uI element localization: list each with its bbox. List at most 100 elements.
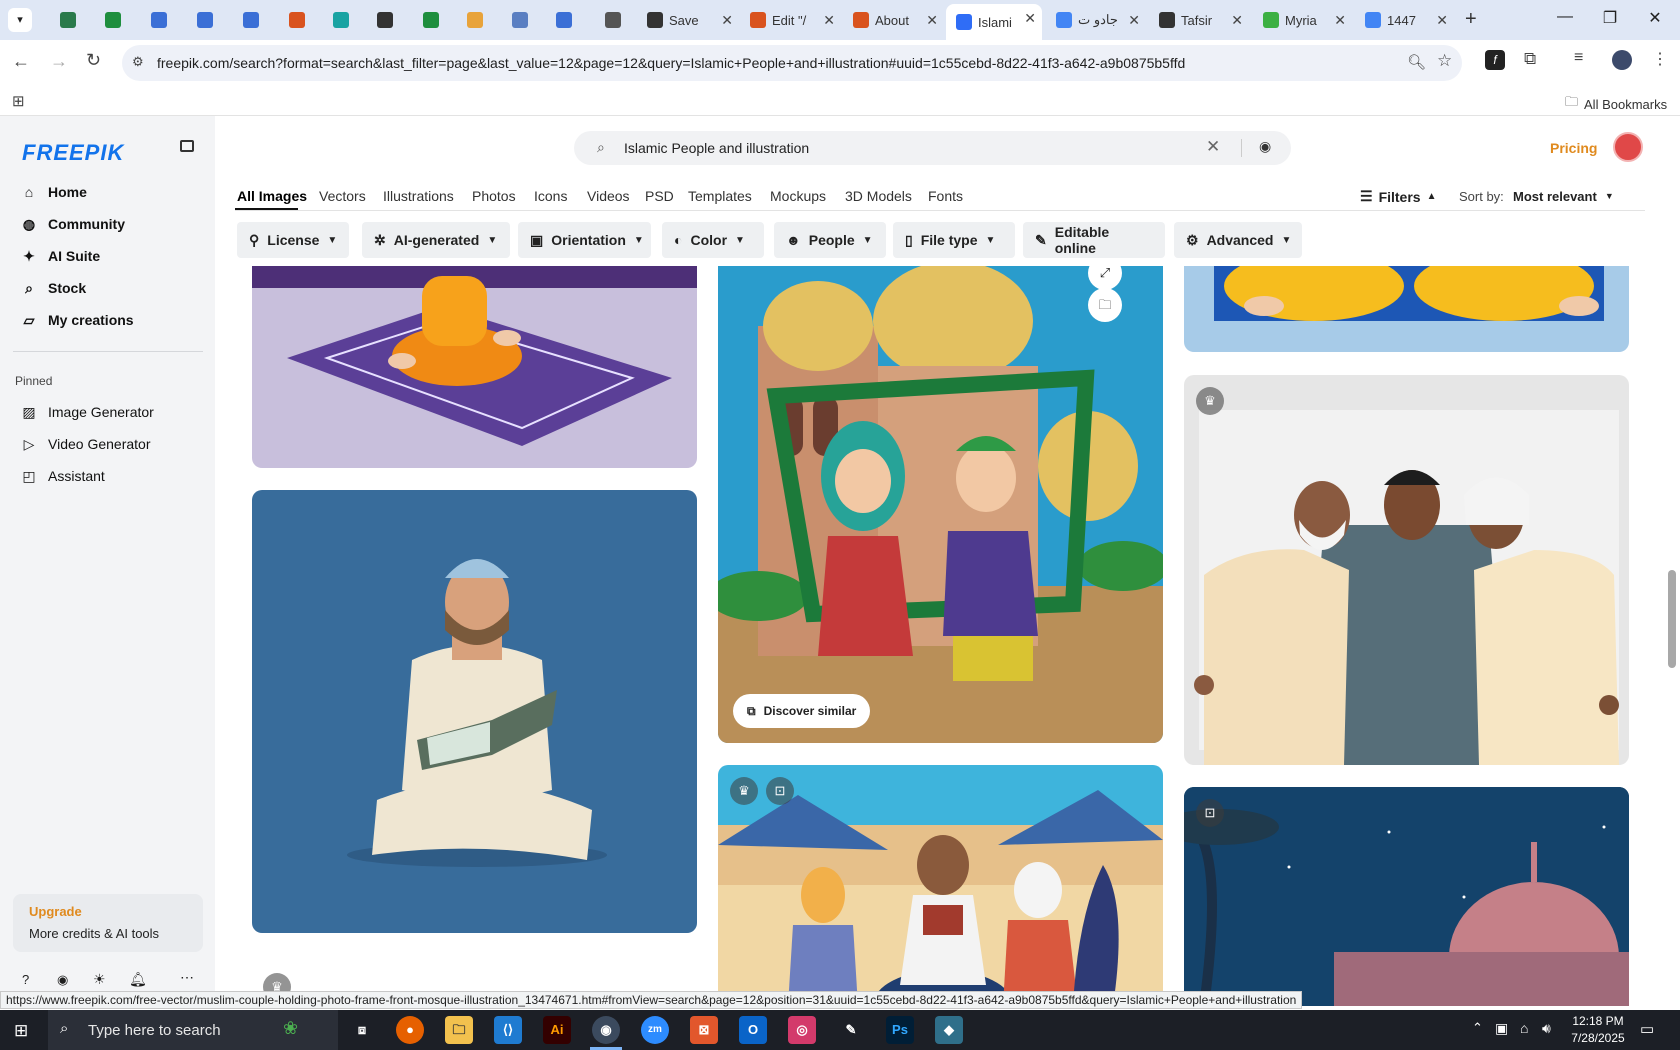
save-to-collection-icon[interactable]: 🗀 xyxy=(1088,288,1122,322)
browser-tab[interactable]: Save ✕ xyxy=(637,6,739,34)
taskbar-search-box[interactable]: ⌕ Type here to search ❀ xyxy=(48,1010,338,1050)
outlook-icon[interactable]: O xyxy=(739,1016,767,1044)
minimize-button[interactable]: — xyxy=(1545,8,1585,32)
browser-tab[interactable]: About ✕ xyxy=(843,6,944,34)
tab-close-icon[interactable]: ✕ xyxy=(1436,12,1448,29)
discover-similar-button[interactable]: ⧉ Discover similar xyxy=(733,694,871,728)
browser-tab[interactable] xyxy=(139,6,179,34)
tray-app-icon[interactable]: ▣ xyxy=(1495,1020,1508,1037)
forward-icon[interactable]: → xyxy=(50,51,68,72)
zoom-icon[interactable]: 🔍︎ xyxy=(1407,53,1426,71)
illustrator-icon[interactable]: Ai xyxy=(543,1016,571,1044)
taskbar-time[interactable]: 12:18 PM xyxy=(1568,1014,1628,1028)
tab-all-images[interactable]: All Images xyxy=(237,188,307,204)
filters-button[interactable]: ☰ Filters ▲ xyxy=(1360,188,1436,205)
tab-vectors[interactable]: Vectors xyxy=(319,188,366,204)
tab-psd[interactable]: PSD xyxy=(645,188,674,204)
chrome-icon[interactable]: ◉ xyxy=(592,1016,620,1044)
maximize-button[interactable]: ❐ xyxy=(1590,8,1630,32)
tab-fonts[interactable]: Fonts xyxy=(928,188,963,204)
notification-center-icon[interactable]: ▭ xyxy=(1640,1020,1654,1038)
browser-tab[interactable] xyxy=(277,6,317,34)
browser-tab[interactable] xyxy=(93,6,133,34)
window-close-button[interactable]: ✕ xyxy=(1635,8,1675,32)
browser-tab[interactable] xyxy=(365,6,405,34)
image-card-three-people[interactable]: ♛ xyxy=(1184,375,1629,765)
tab-videos[interactable]: Videos xyxy=(587,188,630,204)
browser-tab[interactable] xyxy=(411,6,451,34)
browser-tab[interactable]: Tafsir ✕ xyxy=(1149,6,1249,34)
tab-close-icon[interactable]: ✕ xyxy=(1334,12,1346,29)
tab-close-icon[interactable]: ✕ xyxy=(1231,12,1243,29)
new-tab-button[interactable]: + xyxy=(1465,8,1477,31)
image-card-prayer-rug[interactable] xyxy=(252,266,697,468)
address-bar[interactable]: ⚙ freepik.com/search?format=search&last_… xyxy=(122,45,1462,81)
filter-chip-file-type[interactable]: ▯ File type ▼ xyxy=(893,222,1015,258)
filter-chip-people[interactable]: ☻ People ▼ xyxy=(774,222,886,258)
sidebar-item-video-generator[interactable]: ▷ Video Generator xyxy=(20,432,151,456)
tab-3d-models[interactable]: 3D Models xyxy=(845,188,912,204)
all-bookmarks-button[interactable]: 🗀 All Bookmarks xyxy=(1565,93,1667,115)
app-orange-icon[interactable]: ⊠ xyxy=(690,1016,718,1044)
file-explorer-icon[interactable]: 🗀 xyxy=(445,1016,473,1044)
extensions-puzzle-icon[interactable]: ⧉ xyxy=(1524,49,1536,69)
tray-chevron-icon[interactable]: ⌃ xyxy=(1472,1020,1483,1036)
tab-icons[interactable]: Icons xyxy=(534,188,567,204)
site-info-icon[interactable]: ⚙ xyxy=(132,54,144,70)
filter-chip-ai-generated[interactable]: ✲ AI-generated ▼ xyxy=(362,222,510,258)
url-text[interactable]: freepik.com/search?format=search&last_fi… xyxy=(157,55,1185,71)
browser-tab[interactable]: Myria ✕ xyxy=(1253,6,1352,34)
app-diamond-icon[interactable]: ◆ xyxy=(935,1016,963,1044)
sidebar-item-my-creations[interactable]: ▱ My creations xyxy=(20,308,134,332)
zoom-app-icon[interactable]: zm xyxy=(641,1016,669,1044)
upgrade-card[interactable]: Upgrade More credits & AI tools xyxy=(13,894,203,952)
browser-tab[interactable]: 1447 ✕ xyxy=(1355,6,1454,34)
user-avatar[interactable] xyxy=(1613,132,1643,162)
tab-mockups[interactable]: Mockups xyxy=(770,188,826,204)
sidebar-item-image-generator[interactable]: ▨ Image Generator xyxy=(20,400,153,424)
scrollbar-thumb[interactable] xyxy=(1668,570,1676,668)
profile-avatar[interactable] xyxy=(1612,50,1632,70)
browser-tab[interactable]: Edit "/ ✕ xyxy=(740,6,841,34)
help-icon[interactable]: ? xyxy=(22,972,29,987)
tab-close-icon[interactable]: ✕ xyxy=(926,12,938,29)
filter-chip-advanced[interactable]: ⚙ Advanced ▼ xyxy=(1174,222,1302,258)
browser-tab[interactable] xyxy=(593,6,633,34)
notification-bell-icon[interactable]: 🔔︎ xyxy=(129,971,147,988)
tab-search-button[interactable]: ▾ xyxy=(8,8,32,32)
search-input[interactable]: Islamic People and illustration xyxy=(624,140,809,156)
browser-tab[interactable] xyxy=(185,6,225,34)
pricing-link[interactable]: Pricing xyxy=(1550,140,1597,156)
volume-icon[interactable]: 🔊︎ xyxy=(1542,1020,1551,1037)
back-icon[interactable]: ← xyxy=(12,51,30,72)
firefox-icon[interactable]: ● xyxy=(396,1016,424,1044)
tab-photos[interactable]: Photos xyxy=(472,188,516,204)
sidebar-item-stock[interactable]: ⌕ Stock xyxy=(20,276,86,300)
creative-cloud-icon[interactable]: ◎ xyxy=(788,1016,816,1044)
network-icon[interactable]: ⌂ xyxy=(1520,1020,1528,1036)
bookmark-star-icon[interactable]: ☆ xyxy=(1437,51,1452,71)
more-menu-icon[interactable]: ⋮ xyxy=(1652,49,1668,69)
tab-templates[interactable]: Templates xyxy=(688,188,752,204)
filter-chip-license[interactable]: ⚲ License ▼ xyxy=(237,222,349,258)
browser-tab[interactable] xyxy=(48,6,88,34)
filter-chip-color[interactable]: ◐ Color ▼ xyxy=(662,222,764,258)
discord-icon[interactable]: ◉ xyxy=(57,972,68,988)
vscode-icon[interactable]: ⟨⟩ xyxy=(494,1016,522,1044)
windows-start-icon[interactable]: ⊞ xyxy=(14,1021,28,1041)
image-card-mosque-night[interactable]: ⊡ xyxy=(1184,787,1629,1006)
tab-close-icon[interactable]: ✕ xyxy=(1128,12,1140,29)
browser-tab[interactable] xyxy=(321,6,361,34)
tab-illustrations[interactable]: Illustrations xyxy=(383,188,454,204)
pen-tool-icon[interactable]: ✎ xyxy=(837,1016,865,1044)
browser-tab[interactable] xyxy=(455,6,495,34)
more-options-icon[interactable]: ⋯ xyxy=(180,969,194,986)
sidebar-item-assistant[interactable]: ◰ Assistant xyxy=(20,464,104,488)
search-bar[interactable]: ⌕ Islamic People and illustration ✕ ◉ xyxy=(574,131,1291,165)
browser-tab[interactable]: Islami ✕ xyxy=(946,4,1042,40)
tab-close-icon[interactable]: ✕ xyxy=(721,12,733,29)
camera-search-icon[interactable]: ◉ xyxy=(1259,138,1271,155)
collapse-sidebar-icon[interactable] xyxy=(180,140,194,152)
extension-icon[interactable]: f xyxy=(1485,50,1505,70)
sidebar-item-home[interactable]: ⌂ Home xyxy=(20,180,87,204)
